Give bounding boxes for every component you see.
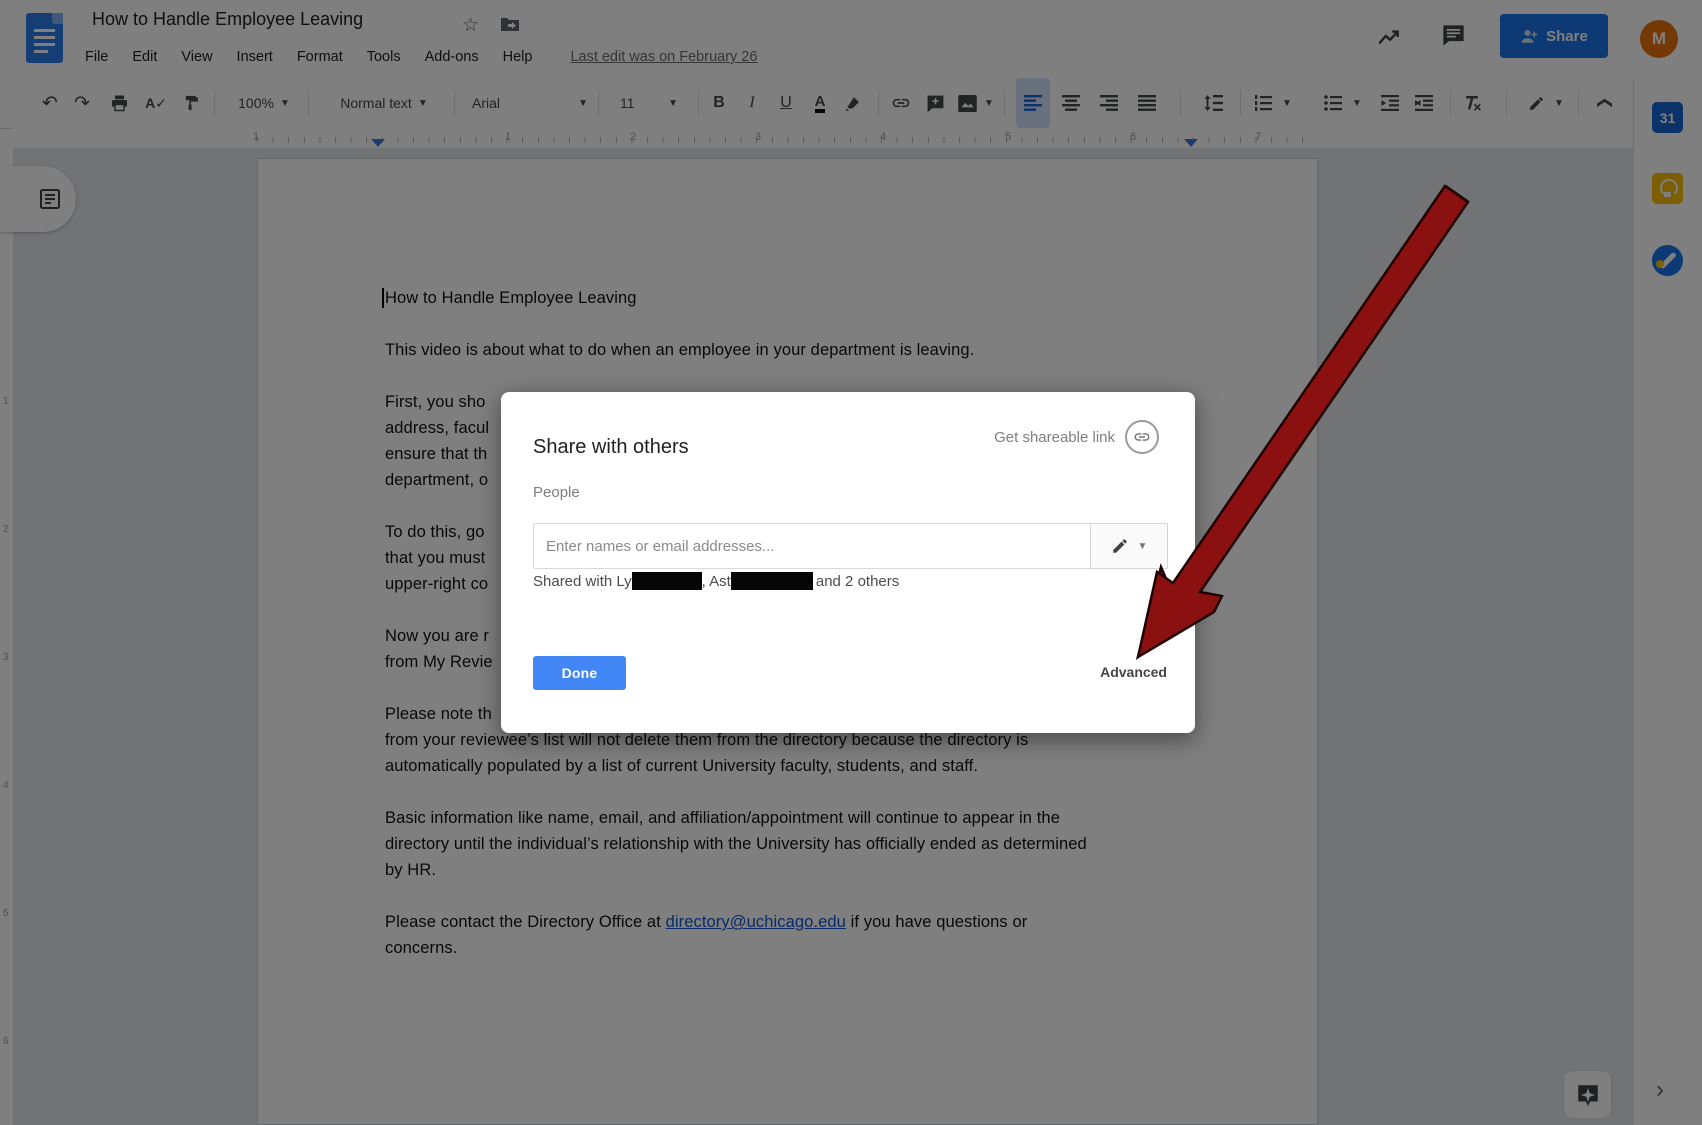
share-dialog: Share with others Get shareable link Peo… bbox=[501, 392, 1195, 733]
permission-dropdown-button[interactable]: ▼ bbox=[1090, 523, 1168, 569]
share-people-input[interactable] bbox=[533, 523, 1093, 569]
redacted-name-1 bbox=[632, 572, 702, 590]
permission-caret: ▼ bbox=[1138, 541, 1148, 552]
redacted-name-2 bbox=[731, 572, 813, 590]
edit-pencil-icon bbox=[1111, 537, 1129, 555]
people-label: People bbox=[533, 484, 580, 501]
google-docs-app: How to Handle Employee Leaving ☆ File Ed… bbox=[0, 0, 1702, 1125]
get-link-icon[interactable] bbox=[1125, 420, 1159, 454]
shared-with-status: Shared with Ly , Ast and 2 others bbox=[533, 572, 899, 590]
get-shareable-link-label[interactable]: Get shareable link bbox=[994, 429, 1115, 446]
advanced-link[interactable]: Advanced bbox=[1100, 664, 1167, 680]
share-dialog-title: Share with others bbox=[533, 436, 689, 459]
done-button[interactable]: Done bbox=[533, 656, 626, 690]
